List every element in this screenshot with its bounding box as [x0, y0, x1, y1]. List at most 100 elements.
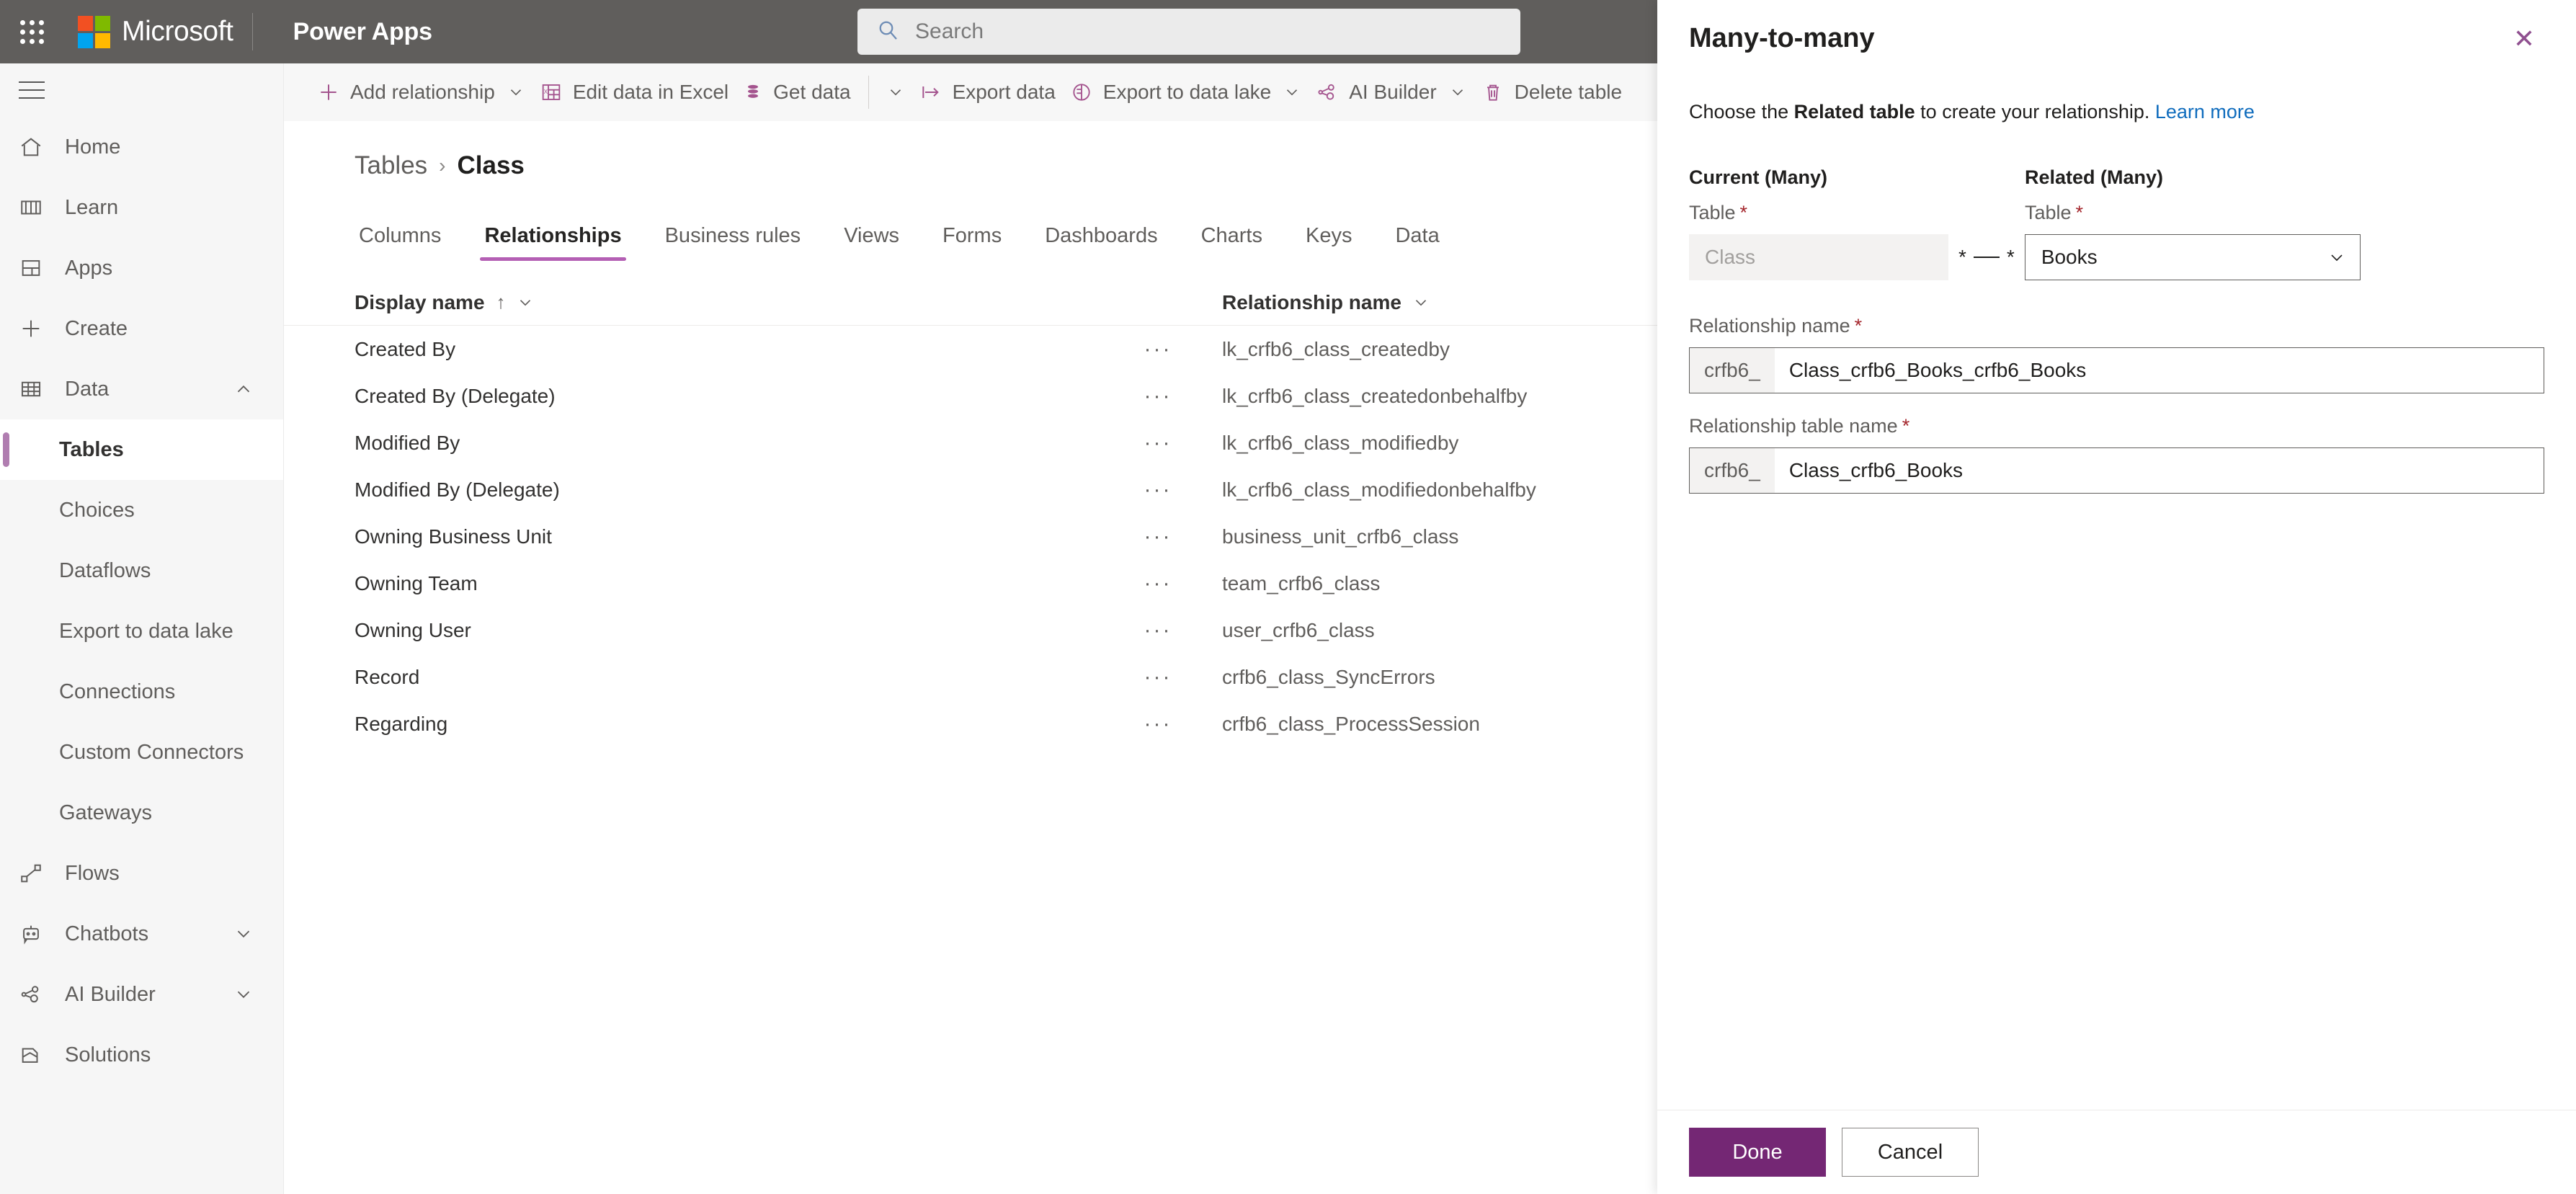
panel-header: Many-to-many ✕: [1657, 0, 2576, 59]
close-icon[interactable]: ✕: [2504, 19, 2544, 59]
ai-builder-icon: [1316, 81, 1339, 104]
row-actions-button[interactable]: ···: [1120, 525, 1196, 549]
ai-builder-icon: [19, 982, 59, 1007]
sidebar-item-solutions[interactable]: Solutions: [0, 1025, 283, 1085]
plus-icon: [317, 81, 340, 104]
sidebar-subitem-label: Export to data lake: [59, 619, 233, 643]
tab-data[interactable]: Data: [1391, 224, 1443, 261]
relationship-group-titles: Current (Many) Related (Many): [1689, 166, 2544, 189]
edit-data-in-excel-button[interactable]: X Edit data in Excel: [532, 63, 736, 121]
sidebar-item-choices[interactable]: Choices: [0, 480, 283, 540]
overflow-chevron-button[interactable]: [879, 63, 912, 121]
sidebar-item-custom-connectors[interactable]: Custom Connectors: [0, 722, 283, 783]
row-actions-button[interactable]: ···: [1120, 618, 1196, 643]
command-label: Add relationship: [350, 81, 495, 103]
tab-columns[interactable]: Columns: [355, 224, 445, 261]
tab-keys[interactable]: Keys: [1301, 224, 1356, 261]
data-lake-icon: [1070, 81, 1093, 104]
apps-grid-icon: [19, 256, 59, 280]
chevron-up-icon[interactable]: [233, 378, 254, 400]
sidebar-item-data[interactable]: Data: [0, 359, 283, 419]
row-actions-button[interactable]: ···: [1120, 712, 1196, 736]
get-data-button[interactable]: Get data: [736, 63, 857, 121]
sidebar-item-home[interactable]: Home: [0, 117, 283, 177]
tab-label: Charts: [1200, 224, 1262, 247]
sidebar-item-label: Flows: [65, 861, 120, 885]
chevron-down-icon[interactable]: [233, 984, 254, 1005]
hamburger-menu-icon[interactable]: [0, 63, 284, 117]
tab-forms[interactable]: Forms: [938, 224, 1006, 261]
tab-dashboards[interactable]: Dashboards: [1040, 224, 1162, 261]
cell-display-name: Owning Business Unit: [355, 525, 552, 548]
more-options-icon: ···: [1144, 430, 1172, 455]
column-header-display-name[interactable]: Display name ↑: [284, 291, 1120, 314]
sidebar-subitem-label: Custom Connectors: [59, 740, 244, 764]
row-actions-button[interactable]: ···: [1120, 337, 1196, 362]
database-icon: [743, 81, 763, 104]
cancel-button[interactable]: Cancel: [1842, 1128, 1979, 1177]
sidebar-item-label: Data: [65, 377, 110, 401]
sidebar-item-dataflows[interactable]: Dataflows: [0, 540, 283, 601]
table-icon: [19, 377, 59, 401]
tab-views[interactable]: Views: [839, 224, 904, 261]
relationship-table-name-field: Relationship table name * crfb6_ Class_cr…: [1689, 415, 2544, 494]
ai-builder-button[interactable]: AI Builder: [1309, 63, 1474, 121]
row-actions-button[interactable]: ···: [1120, 478, 1196, 502]
sidebar-item-gateways[interactable]: Gateways: [0, 783, 283, 843]
breadcrumb-root[interactable]: Tables: [355, 151, 427, 180]
sidebar-item-export-to-data-lake[interactable]: Export to data lake: [0, 601, 283, 661]
relationship-name-input[interactable]: crfb6_ Class_crfb6_Books_crfb6_Books: [1689, 347, 2544, 393]
row-actions-button[interactable]: ···: [1120, 431, 1196, 455]
sidebar-item-label: Create: [65, 316, 128, 340]
sidebar-item-flows[interactable]: Flows: [0, 843, 283, 904]
chevron-down-icon[interactable]: [1448, 83, 1467, 102]
tab-label: Relationships: [484, 224, 622, 247]
export-data-button[interactable]: Export data: [912, 63, 1063, 121]
app-launcher-icon[interactable]: [0, 0, 63, 63]
sidebar-item-label: AI Builder: [65, 982, 156, 1006]
export-to-data-lake-button[interactable]: Export to data lake: [1063, 63, 1309, 121]
row-actions-button[interactable]: ···: [1120, 665, 1196, 690]
sidebar-item-connections[interactable]: Connections: [0, 661, 283, 722]
sidebar-item-ai-builder[interactable]: AI Builder: [0, 964, 283, 1025]
learn-more-link[interactable]: Learn more: [2155, 101, 2255, 122]
chevron-down-icon[interactable]: [1412, 293, 1430, 312]
row-actions-button[interactable]: ···: [1120, 384, 1196, 409]
microsoft-logo[interactable]: Microsoft: [78, 15, 233, 48]
sidebar-item-chatbots[interactable]: Chatbots: [0, 904, 283, 964]
sidebar-item-create[interactable]: Create: [0, 298, 283, 359]
tab-label: Data: [1395, 224, 1440, 247]
chevron-down-icon[interactable]: [516, 293, 535, 312]
tab-business-rules[interactable]: Business rules: [661, 224, 806, 261]
cell-display-name: Modified By: [355, 431, 460, 454]
sidebar-item-apps[interactable]: Apps: [0, 238, 283, 298]
chevron-down-icon[interactable]: [233, 923, 254, 945]
sidebar-item-label: Learn: [65, 195, 119, 219]
label-text: Relationship table name: [1689, 415, 1898, 437]
search-input[interactable]: Search: [857, 9, 1520, 55]
command-label: Export to data lake: [1102, 81, 1272, 103]
relationship-table-name-input[interactable]: crfb6_ Class_crfb6_Books: [1689, 447, 2544, 494]
related-table-dropdown[interactable]: Books: [2024, 234, 2361, 280]
book-icon: [19, 195, 59, 220]
panel-title: Many-to-many: [1689, 23, 1875, 53]
tab-relationships[interactable]: Relationships: [480, 224, 626, 261]
delete-table-button[interactable]: Delete table: [1474, 63, 1629, 121]
sidebar-item-learn[interactable]: Learn: [0, 177, 283, 238]
add-relationship-button[interactable]: Add relationship: [310, 63, 532, 121]
bot-icon: [19, 922, 59, 946]
done-button[interactable]: Done: [1689, 1128, 1826, 1177]
chevron-down-icon[interactable]: [1283, 83, 1301, 102]
sidebar-item-tables[interactable]: Tables: [0, 419, 283, 480]
command-label: Delete table: [1514, 81, 1623, 103]
tab-label: Columns: [359, 224, 442, 247]
row-actions-button[interactable]: ···: [1120, 571, 1196, 596]
tab-label: Forms: [942, 224, 1002, 247]
relationship-table-name-prefix: crfb6_: [1690, 448, 1775, 493]
search-placeholder: Search: [915, 19, 984, 43]
tab-charts[interactable]: Charts: [1197, 224, 1267, 261]
table-field-labels: Table * Table *: [1689, 202, 2544, 224]
chevron-down-icon[interactable]: [507, 83, 525, 102]
app-name-label[interactable]: Power Apps: [293, 18, 432, 46]
required-marker: *: [1739, 202, 1748, 223]
